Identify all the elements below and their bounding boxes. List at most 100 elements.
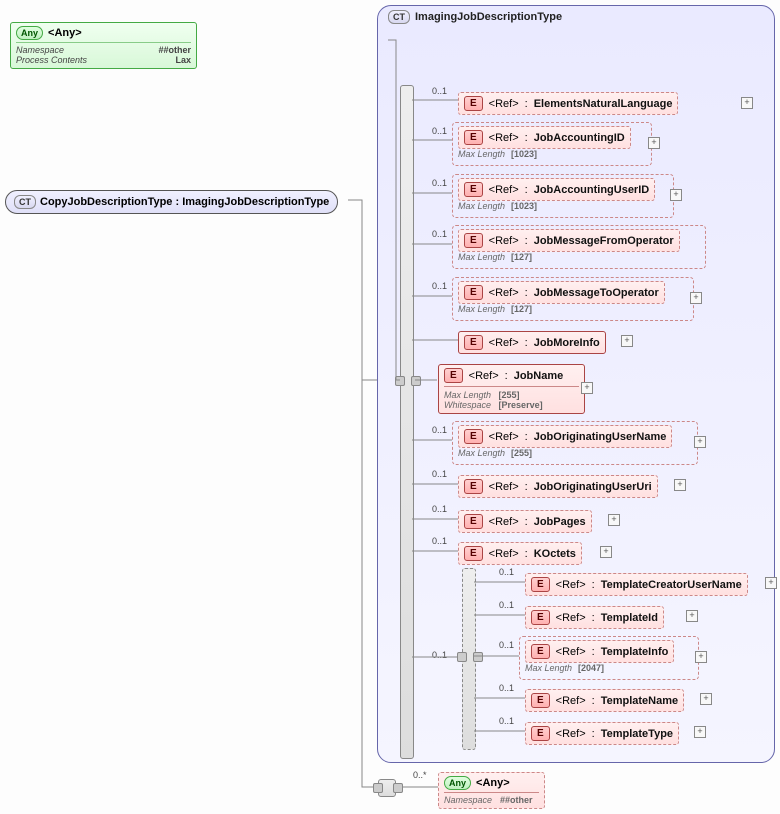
occurrence-label: 0..1: [432, 650, 447, 660]
element-badge-icon: E: [444, 368, 463, 383]
facet-val: [2047]: [578, 663, 604, 673]
ref-label: <Ref>: [489, 516, 519, 528]
ref-label: <Ref>: [489, 184, 519, 196]
sequence-handle-icon[interactable]: [373, 783, 383, 793]
occurrence-label: 0..1: [432, 178, 447, 188]
expand-icon[interactable]: +: [670, 189, 682, 201]
expand-icon[interactable]: +: [695, 651, 707, 663]
expand-icon[interactable]: +: [600, 546, 612, 558]
facet-val: [1023]: [511, 201, 537, 211]
element-name: KOctets: [534, 548, 576, 560]
facet-val: [255]: [499, 390, 520, 400]
any-wildcard-footer[interactable]: Any <Any> Namespace ##other: [438, 772, 545, 809]
sequence-handle-icon[interactable]: [457, 652, 467, 662]
ref-label: <Ref>: [489, 481, 519, 493]
expand-icon[interactable]: +: [674, 479, 686, 491]
element-badge-icon: E: [464, 285, 483, 300]
sequence-handle-icon[interactable]: [393, 783, 403, 793]
element-name: TemplateType: [601, 728, 673, 740]
any-row-val: Lax: [175, 55, 191, 65]
element-ref[interactable]: E <Ref>: JobMoreInfo: [458, 331, 606, 354]
element-ref[interactable]: E <Ref>: JobOriginatingUserName: [458, 425, 672, 448]
occurrence-label: 0..1: [499, 683, 514, 693]
element-name: JobPages: [534, 516, 586, 528]
any-wildcard-top[interactable]: Any <Any> Namespace##other Process Conte…: [10, 22, 197, 69]
root-label: CopyJobDescriptionType : ImagingJobDescr…: [40, 196, 329, 208]
element-ref[interactable]: E <Ref> : ElementsNaturalLanguage: [458, 92, 678, 115]
expand-icon[interactable]: +: [608, 514, 620, 526]
ref-label: <Ref>: [489, 235, 519, 247]
element-ref[interactable]: E <Ref>: TemplateType: [525, 722, 679, 745]
element-name: JobMoreInfo: [534, 337, 600, 349]
ref-label: <Ref>: [489, 548, 519, 560]
facet-key: Max Length: [444, 390, 491, 400]
element-badge-icon: E: [464, 514, 483, 529]
element-ref[interactable]: E <Ref>: KOctets: [458, 542, 582, 565]
ref-label: <Ref>: [556, 695, 586, 707]
ref-label: <Ref>: [489, 287, 519, 299]
occurrence-label: 0..1: [432, 425, 447, 435]
element-name: TemplateName: [601, 695, 678, 707]
element-ref[interactable]: E <Ref>: JobAccountingUserID: [458, 178, 655, 201]
any-row-key: Namespace: [444, 795, 492, 805]
element-ref[interactable]: E <Ref>: TemplateInfo: [525, 640, 674, 663]
facet-key: Max Length: [525, 663, 572, 673]
expand-icon[interactable]: +: [686, 610, 698, 622]
facet-key: Max Length: [458, 252, 505, 262]
ct-badge-icon: CT: [388, 10, 410, 24]
ref-label: <Ref>: [489, 98, 519, 110]
facet-key: Whitespace: [444, 400, 491, 410]
occurrence-label: 0..1: [432, 126, 447, 136]
any-footer-title: <Any>: [476, 777, 510, 789]
expand-icon[interactable]: +: [621, 335, 633, 347]
element-ref[interactable]: E <Ref>: JobName Max Length [255] Whites…: [438, 364, 585, 414]
element-badge-icon: E: [464, 96, 483, 111]
element-ref[interactable]: E <Ref>: JobMessageToOperator: [458, 281, 665, 304]
ref-label: <Ref>: [489, 132, 519, 144]
element-badge-icon: E: [464, 233, 483, 248]
any-row-key: Process Contents: [16, 55, 87, 65]
expand-icon[interactable]: +: [690, 292, 702, 304]
occurrence-label: 0..1: [499, 600, 514, 610]
element-ref[interactable]: E <Ref>: JobOriginatingUserUri: [458, 475, 658, 498]
ref-label: <Ref>: [489, 337, 519, 349]
root-complex-type[interactable]: CT CopyJobDescriptionType : ImagingJobDe…: [5, 190, 338, 214]
sequence-handle-icon[interactable]: [411, 376, 421, 386]
any-badge-icon: Any: [444, 776, 471, 790]
container-title: CT ImagingJobDescriptionType: [388, 10, 562, 24]
element-name: ElementsNaturalLanguage: [534, 98, 673, 110]
expand-icon[interactable]: +: [741, 97, 753, 109]
facet-key: Max Length: [458, 448, 505, 458]
element-ref[interactable]: E <Ref>: JobPages: [458, 510, 592, 533]
element-ref[interactable]: E <Ref>: JobMessageFromOperator: [458, 229, 680, 252]
element-badge-icon: E: [531, 577, 550, 592]
element-badge-icon: E: [464, 479, 483, 494]
sequence-handle-icon[interactable]: [395, 376, 405, 386]
any-top-title: <Any>: [48, 27, 82, 39]
occurrence-label: 0..*: [413, 770, 427, 780]
facet-key: Max Length: [458, 201, 505, 211]
occurrence-label: 0..1: [432, 536, 447, 546]
sequence-handle-icon[interactable]: [473, 652, 483, 662]
any-row-val: ##other: [500, 795, 533, 805]
facet-val: [255]: [511, 448, 532, 458]
element-ref[interactable]: E <Ref>: TemplateName: [525, 689, 684, 712]
expand-icon[interactable]: +: [694, 726, 706, 738]
element-badge-icon: E: [531, 610, 550, 625]
element-name: JobOriginatingUserName: [534, 431, 667, 443]
element-ref[interactable]: E <Ref>: TemplateId: [525, 606, 664, 629]
element-badge-icon: E: [464, 335, 483, 350]
facet-val: [127]: [511, 252, 532, 262]
expand-icon[interactable]: +: [581, 382, 593, 394]
ref-label: <Ref>: [556, 646, 586, 658]
element-ref[interactable]: E <Ref>: JobAccountingID: [458, 126, 631, 149]
any-row-val: ##other: [158, 45, 191, 55]
occurrence-label: 0..1: [499, 716, 514, 726]
expand-icon[interactable]: +: [765, 577, 777, 589]
expand-icon[interactable]: +: [700, 693, 712, 705]
element-badge-icon: E: [531, 644, 550, 659]
expand-icon[interactable]: +: [648, 137, 660, 149]
occurrence-label: 0..1: [432, 504, 447, 514]
element-ref[interactable]: E <Ref>: TemplateCreatorUserName: [525, 573, 748, 596]
expand-icon[interactable]: +: [694, 436, 706, 448]
